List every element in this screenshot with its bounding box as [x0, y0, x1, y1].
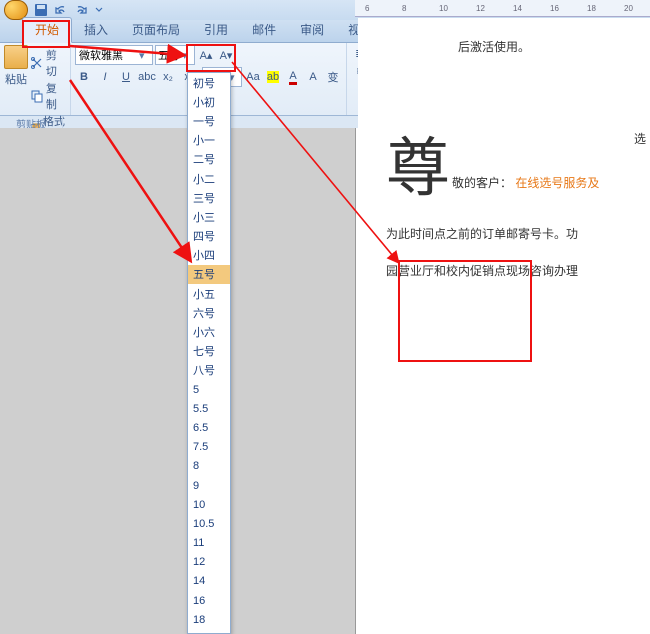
tab-references[interactable]: 引用	[192, 18, 240, 42]
font-size-option[interactable]: 12	[188, 553, 230, 572]
doc-line1: 后激活使用。	[458, 36, 642, 59]
font-size-option[interactable]: 五号	[188, 265, 230, 284]
font-size-option[interactable]: 5	[188, 380, 230, 399]
subscript-button[interactable]: x₂	[159, 68, 177, 86]
font-size-option[interactable]: 10	[188, 495, 230, 514]
font-size-dropdown[interactable]: 初号小初一号小一二号小二三号小三四号小四五号小五六号小六七号八号55.56.57…	[187, 72, 231, 634]
font-size-option[interactable]: 8	[188, 457, 230, 476]
doc-orange-text: 在线选号服务及	[515, 176, 599, 190]
ruler-mark: 12	[476, 4, 485, 13]
font-size-option[interactable]: 六号	[188, 303, 230, 322]
strike-button[interactable]: abc	[138, 68, 156, 86]
font-color-button[interactable]: A	[284, 68, 302, 86]
qat-more-icon[interactable]	[94, 3, 108, 17]
tab-home[interactable]: 开始	[22, 17, 72, 43]
italic-button[interactable]: I	[96, 68, 114, 86]
ruler-mark: 8	[402, 4, 406, 13]
paste-icon	[4, 45, 28, 69]
font-size-option[interactable]: 初号	[188, 73, 230, 92]
font-size-option[interactable]: 7.5	[188, 438, 230, 457]
doc-p3: 园营业厅和校内促销点现场咨询办理	[386, 260, 642, 283]
cut-button[interactable]: 剪切	[30, 47, 66, 79]
copy-icon	[30, 89, 43, 103]
doc-after-big: 敬的客户：	[452, 176, 512, 190]
copy-button[interactable]: 复制	[30, 80, 66, 112]
ruler-mark: 16	[550, 4, 559, 13]
clear-format-button[interactable]: Aa	[244, 68, 262, 86]
horizontal-ruler[interactable]: 6 8 10 12 14 16 18 20	[355, 0, 650, 17]
font-size-option[interactable]: 20	[188, 629, 230, 634]
chevron-down-icon: ▾	[139, 49, 149, 62]
font-size-option[interactable]: 三号	[188, 188, 230, 207]
ruler-mark: 20	[624, 4, 633, 13]
scissors-icon	[30, 56, 43, 70]
ruler-mark: 14	[513, 4, 522, 13]
tab-layout[interactable]: 页面布局	[120, 18, 192, 42]
ruler-mark: 18	[587, 4, 596, 13]
font-size-option[interactable]: 6.5	[188, 418, 230, 437]
font-size-option[interactable]: 11	[188, 534, 230, 553]
font-size-option[interactable]: 小一	[188, 131, 230, 150]
font-name-combo[interactable]: 微软雅黑 ▾	[75, 45, 153, 65]
gray-background	[0, 128, 355, 634]
ruler-mark: 10	[439, 4, 448, 13]
font-size-option[interactable]: 一号	[188, 111, 230, 130]
font-size-option[interactable]: 14	[188, 572, 230, 591]
font-size-option[interactable]: 小二	[188, 169, 230, 188]
font-size-option[interactable]: 5.5	[188, 399, 230, 418]
doc-right-note: 选	[634, 128, 646, 151]
highlight-button[interactable]: ab	[264, 68, 282, 86]
font-size-option[interactable]: 四号	[188, 227, 230, 246]
font-size-option[interactable]: 小三	[188, 207, 230, 226]
chevron-down-icon: ▾	[182, 49, 192, 62]
font-size-option[interactable]: 小六	[188, 322, 230, 341]
font-size-option[interactable]: 八号	[188, 361, 230, 380]
font-size-option[interactable]: 二号	[188, 150, 230, 169]
bold-button[interactable]: B	[75, 68, 93, 86]
doc-p2: 为此时间点之前的订单邮寄号卡。功	[386, 223, 642, 246]
undo-icon[interactable]	[54, 3, 68, 17]
phonetic-button[interactable]: 变	[324, 68, 342, 86]
doc-big-char: 尊	[386, 137, 450, 201]
font-size-combo[interactable]: 五号 ▾	[155, 45, 195, 65]
grow-font-button[interactable]: A▴	[197, 46, 215, 64]
tab-mailings[interactable]: 邮件	[240, 18, 288, 42]
underline-button[interactable]: U	[117, 68, 135, 86]
tab-review[interactable]: 审阅	[288, 18, 336, 42]
shrink-font-button[interactable]: A▾	[217, 46, 235, 64]
ruler-mark: 6	[365, 4, 369, 13]
save-icon[interactable]	[34, 3, 48, 17]
font-size-option[interactable]: 10.5	[188, 514, 230, 533]
tab-insert[interactable]: 插入	[72, 18, 120, 42]
char-border-button[interactable]: A	[304, 68, 322, 86]
document-body[interactable]: 后激活使用。 选 尊 敬的客户： 在线选号服务及 为此时间点之前的订单邮寄号卡。…	[358, 18, 650, 634]
font-size-option[interactable]: 小初	[188, 92, 230, 111]
font-size-option[interactable]: 18	[188, 610, 230, 629]
font-size-option[interactable]: 七号	[188, 342, 230, 361]
font-size-option[interactable]: 9	[188, 476, 230, 495]
redo-icon[interactable]	[74, 3, 88, 17]
font-size-option[interactable]: 小五	[188, 284, 230, 303]
font-size-option[interactable]: 16	[188, 591, 230, 610]
font-size-option[interactable]: 小四	[188, 246, 230, 265]
